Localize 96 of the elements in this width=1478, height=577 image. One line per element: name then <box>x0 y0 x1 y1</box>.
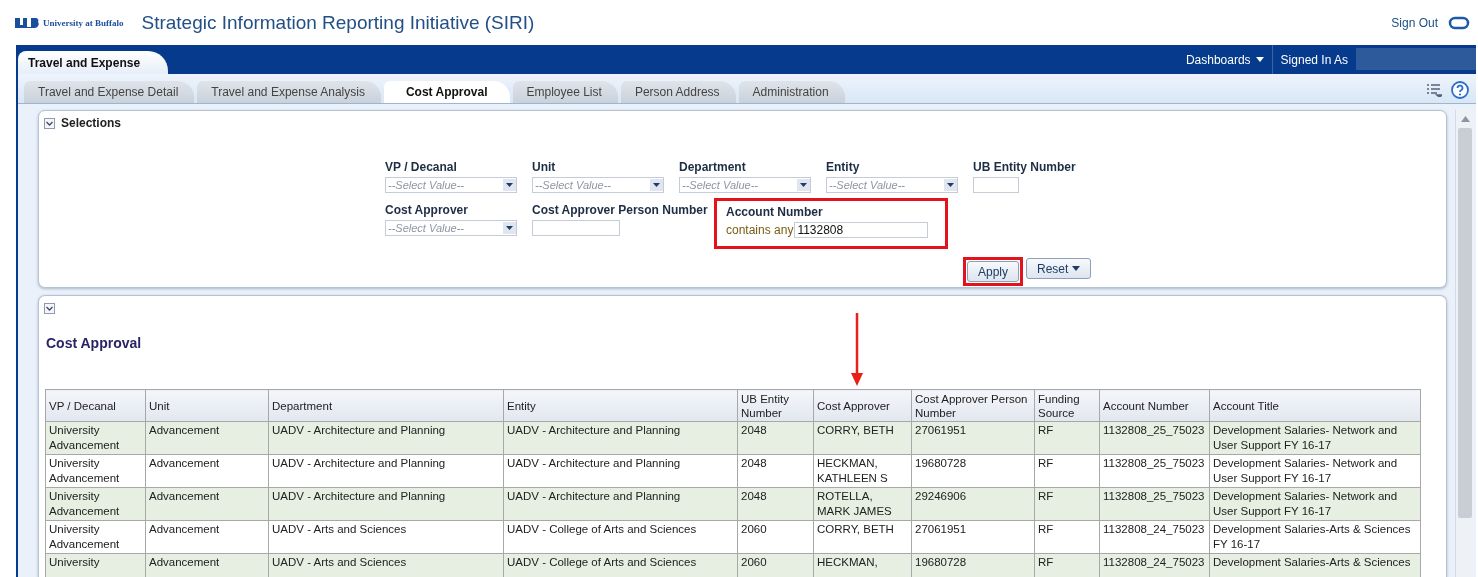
table-cell: UADV - Arts and Sciences <box>268 553 504 577</box>
dashboard-tab[interactable]: Travel and Expense <box>18 51 169 74</box>
table-cell: University <box>45 553 146 577</box>
filter-label: VP / Decanal <box>385 160 458 174</box>
table-cell: 2048 <box>737 487 814 521</box>
column-header[interactable]: Account Title <box>1209 389 1421 422</box>
filter-label: Cost Approver Person Number <box>532 203 709 217</box>
table-cell: Advancement <box>145 454 269 488</box>
filter-label: UB Entity Number <box>973 160 1077 174</box>
column-header[interactable]: Account Number <box>1099 389 1210 422</box>
sign-out-link[interactable]: Sign Out <box>1391 15 1438 30</box>
table-cell: University Advancement <box>45 454 146 488</box>
table-cell: Development Salaries- Network and User Support FY 16-17 <box>1209 487 1421 521</box>
table-cell: Development Salaries- Network and User Support FY 16-17 <box>1209 454 1421 488</box>
page-tab[interactable]: Travel and Expense Detail <box>24 81 195 103</box>
table-cell: Development Salaries- Network and User Support FY 16-17 <box>1209 421 1421 455</box>
oracle-ring-icon <box>1448 15 1470 30</box>
table-cell: University Advancement <box>45 487 146 521</box>
table-cell: 2048 <box>737 454 814 488</box>
table-cell: Advancement <box>145 421 269 455</box>
page-options-icon[interactable] <box>1426 83 1442 97</box>
table-cell: UADV - Architecture and Planning <box>268 421 504 455</box>
app-title: Strategic Information Reporting Initiative (SIRI) <box>141 11 535 34</box>
column-header[interactable]: Funding Source <box>1034 389 1100 422</box>
filter-label: Account Number <box>726 205 824 219</box>
filter-label: Cost Approver <box>385 203 469 217</box>
column-header[interactable]: Cost Approver <box>813 389 912 422</box>
column-header[interactable]: VP / Decanal <box>45 389 146 422</box>
table-cell: Development Salaries-Arts & Sciences <box>1209 553 1421 577</box>
panel-title: Selections <box>61 116 122 130</box>
table-cell: Advancement <box>145 487 269 521</box>
table-cell: 19680728 <box>911 454 1035 488</box>
apply-button[interactable]: Apply <box>967 261 1020 282</box>
table-cell: 2048 <box>737 421 814 455</box>
table-cell: UADV - Architecture and Planning <box>503 421 738 455</box>
column-header[interactable]: Department <box>268 389 504 422</box>
table-cell: 1132808_25_75023 <box>1099 487 1210 521</box>
table-cell: UADV - Architecture and Planning <box>268 487 504 521</box>
table-cell: Development Salaries-Arts & Sciences FY 16-17 <box>1209 520 1421 554</box>
table-cell: CORRY, BETH <box>813 520 912 554</box>
report-title: Cost Approval <box>45 334 143 353</box>
help-icon[interactable] <box>1451 81 1469 99</box>
scrollbar-thumb[interactable] <box>1458 128 1472 518</box>
table-cell: UADV - Architecture and Planning <box>268 454 504 488</box>
table-cell: CORRY, BETH <box>813 421 912 455</box>
input-field[interactable] <box>532 220 620 236</box>
logo-icon <box>14 15 40 30</box>
page-tab[interactable]: Person Address <box>620 81 736 103</box>
caret-icon <box>1255 57 1264 62</box>
table-cell: Advancement <box>145 520 269 554</box>
table-cell: 29246906 <box>911 487 1035 521</box>
page-tab[interactable]: Employee List <box>512 81 618 103</box>
table-cell: RF <box>1034 520 1100 554</box>
caret-icon <box>1072 266 1081 271</box>
table-cell: RF <box>1034 421 1100 455</box>
table-cell: UADV - Architecture and Planning <box>503 487 738 521</box>
page-tab[interactable]: Cost Approval <box>383 81 510 103</box>
table-cell: Advancement <box>145 553 269 577</box>
table-cell: HECKMAN, KATHLEEN S <box>813 454 912 488</box>
table-cell: 1132808_25_75023 <box>1099 421 1210 455</box>
page-tab[interactable]: Travel and Expense Analysis <box>197 81 381 103</box>
operator-label: contains any <box>726 223 794 237</box>
page-tab[interactable]: Administration <box>738 81 845 103</box>
table-cell: RF <box>1034 487 1100 521</box>
collapse-toggle-icon[interactable] <box>44 302 55 314</box>
table-cell: UADV - Arts and Sciences <box>268 520 504 554</box>
table-cell: 27061951 <box>911 520 1035 554</box>
filter-label: Department <box>679 160 747 174</box>
column-header[interactable]: Unit <box>145 389 269 422</box>
table-cell: 1132808_25_75023 <box>1099 454 1210 488</box>
filter-label: Entity <box>826 160 861 174</box>
table-cell: UADV - Architecture and Planning <box>503 454 738 488</box>
reset-button[interactable]: Reset <box>1026 258 1092 279</box>
table-cell: University Advancement <box>45 421 146 455</box>
top-link[interactable]: Dashboards <box>1177 45 1272 74</box>
table-cell: 27061951 <box>911 421 1035 455</box>
input-field[interactable]: 1132808 <box>794 222 929 238</box>
column-header[interactable]: Cost Approver Person Number <box>911 389 1035 422</box>
scrollbar[interactable] <box>1455 110 1474 577</box>
table-cell: 19680728 <box>911 553 1035 577</box>
table-cell: 1132808_24_75023 <box>1099 553 1210 577</box>
table-cell: ROTELLA, MARK JAMES <box>813 487 912 521</box>
collapse-toggle-icon[interactable] <box>44 117 55 129</box>
table-cell: University Advancement <box>45 520 146 554</box>
table-cell: 1132808_24_75023 <box>1099 520 1210 554</box>
logo-text: University at Buffalo <box>43 17 124 28</box>
table-cell: UADV - College of Arts and Sciences <box>503 520 738 554</box>
table-cell: RF <box>1034 454 1100 488</box>
table-cell: UADV - College of Arts and Sciences <box>503 553 738 577</box>
filter-label: Unit <box>532 160 557 174</box>
table-cell: HECKMAN, <box>813 553 912 577</box>
scroll-up-icon[interactable] <box>1460 116 1470 122</box>
column-header[interactable]: Entity <box>503 389 738 422</box>
input-field[interactable] <box>973 177 1019 193</box>
table-cell: 2060 <box>737 520 814 554</box>
column-header[interactable]: UB Entity Number <box>737 389 814 422</box>
